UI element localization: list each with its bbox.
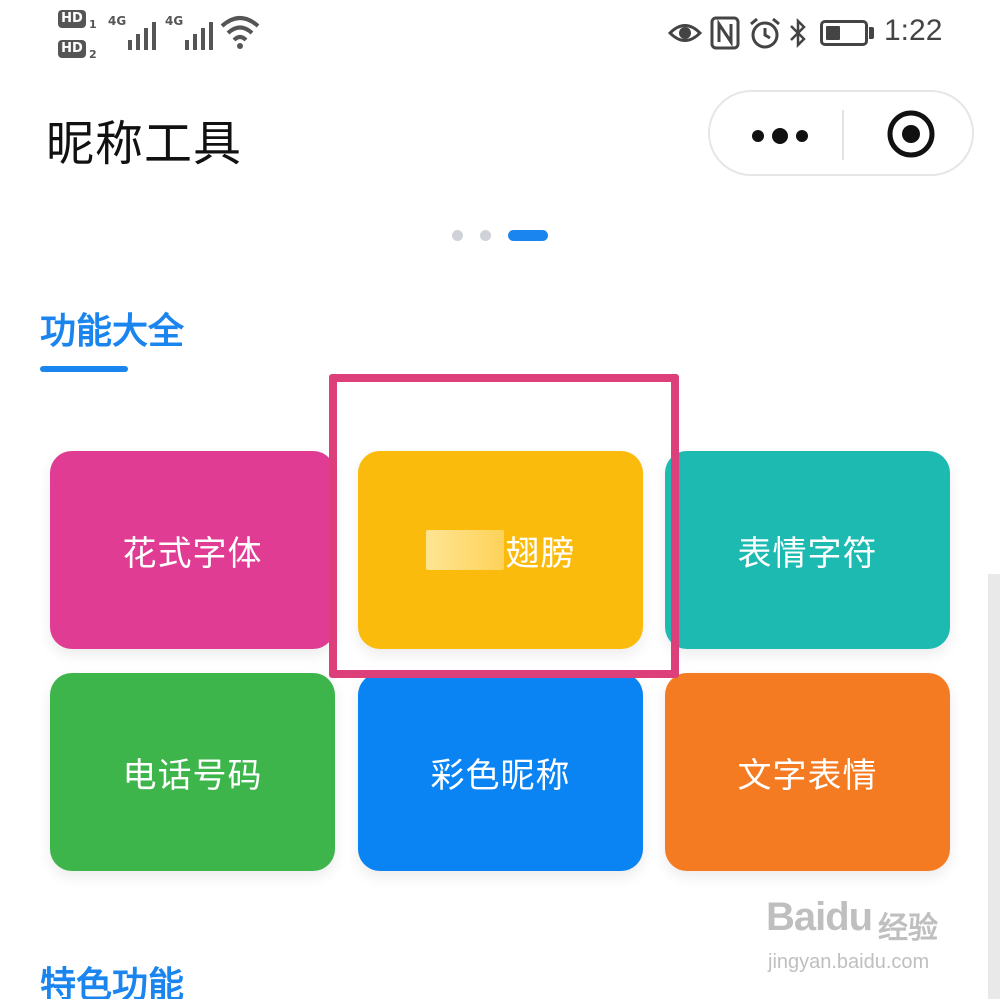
bluetooth-icon	[790, 17, 806, 49]
section-title: 特色功能	[40, 965, 185, 999]
wifi-icon	[220, 16, 260, 49]
capsule-divider	[842, 110, 844, 160]
battery-icon	[820, 20, 868, 46]
tile-emoji-symbols[interactable]: 表情字符	[665, 451, 950, 649]
signal1-label: 4G	[108, 14, 127, 28]
watermark-product: 经验	[878, 911, 938, 946]
watermark-url: jingyan.baidu.com	[768, 951, 930, 973]
baidu-jingyan-watermark: Baidu 经验 jingyan.baidu.com	[766, 895, 946, 985]
tile-label: 文字表情	[737, 755, 878, 796]
section-title-underline	[40, 366, 128, 372]
tile-fancy-font[interactable]: 花式字体	[50, 451, 335, 649]
tile-label: 花式字体	[122, 533, 263, 574]
dual-sim-indicator: HD 1 HD 2	[58, 8, 102, 64]
carousel-indicator	[452, 228, 552, 242]
sim1-hd-badge: HD	[58, 10, 86, 28]
section-title: 功能大全	[40, 311, 185, 352]
tile-label: 表情字符	[737, 533, 878, 574]
watermark-brand: Baidu	[766, 895, 873, 939]
more-dot	[796, 130, 808, 142]
page-title: 昵称工具	[46, 116, 243, 172]
tile-label: 翅膀	[505, 533, 576, 574]
mini-program-capsule	[708, 90, 974, 176]
redacted-text	[425, 530, 504, 570]
eye-icon	[668, 24, 702, 42]
more-dot	[772, 128, 788, 144]
battery-level	[826, 26, 840, 40]
signal2-label: 4G	[165, 14, 184, 28]
scrollbar-track[interactable]	[988, 574, 1000, 999]
tile-colored-nickname[interactable]: 彩色昵称	[358, 673, 643, 871]
more-icon[interactable]	[750, 126, 810, 146]
battery-nub	[869, 27, 874, 39]
tile-label: 彩色昵称	[430, 755, 571, 796]
tile-label: 电话号码	[122, 755, 263, 796]
status-bar: HD 1 HD 2 4G 4G 1:22	[0, 0, 1000, 70]
tile-phone-number[interactable]: 电话号码	[50, 673, 335, 871]
tile-wings[interactable]: 翅膀	[358, 451, 643, 649]
carousel-dot-active[interactable]	[508, 230, 548, 241]
tile-text-emoticon[interactable]: 文字表情	[665, 673, 950, 871]
status-time: 1:22	[884, 14, 943, 47]
alarm-icon	[750, 17, 780, 49]
close-target-icon[interactable]	[886, 109, 936, 159]
sim2-index: 2	[89, 48, 97, 61]
carousel-dot[interactable]	[452, 230, 463, 241]
sim2-hd-badge: HD	[58, 40, 86, 58]
sim1-index: 1	[89, 18, 97, 31]
carousel-dot[interactable]	[480, 230, 491, 241]
nfc-icon	[710, 16, 740, 50]
more-dot	[752, 130, 764, 142]
